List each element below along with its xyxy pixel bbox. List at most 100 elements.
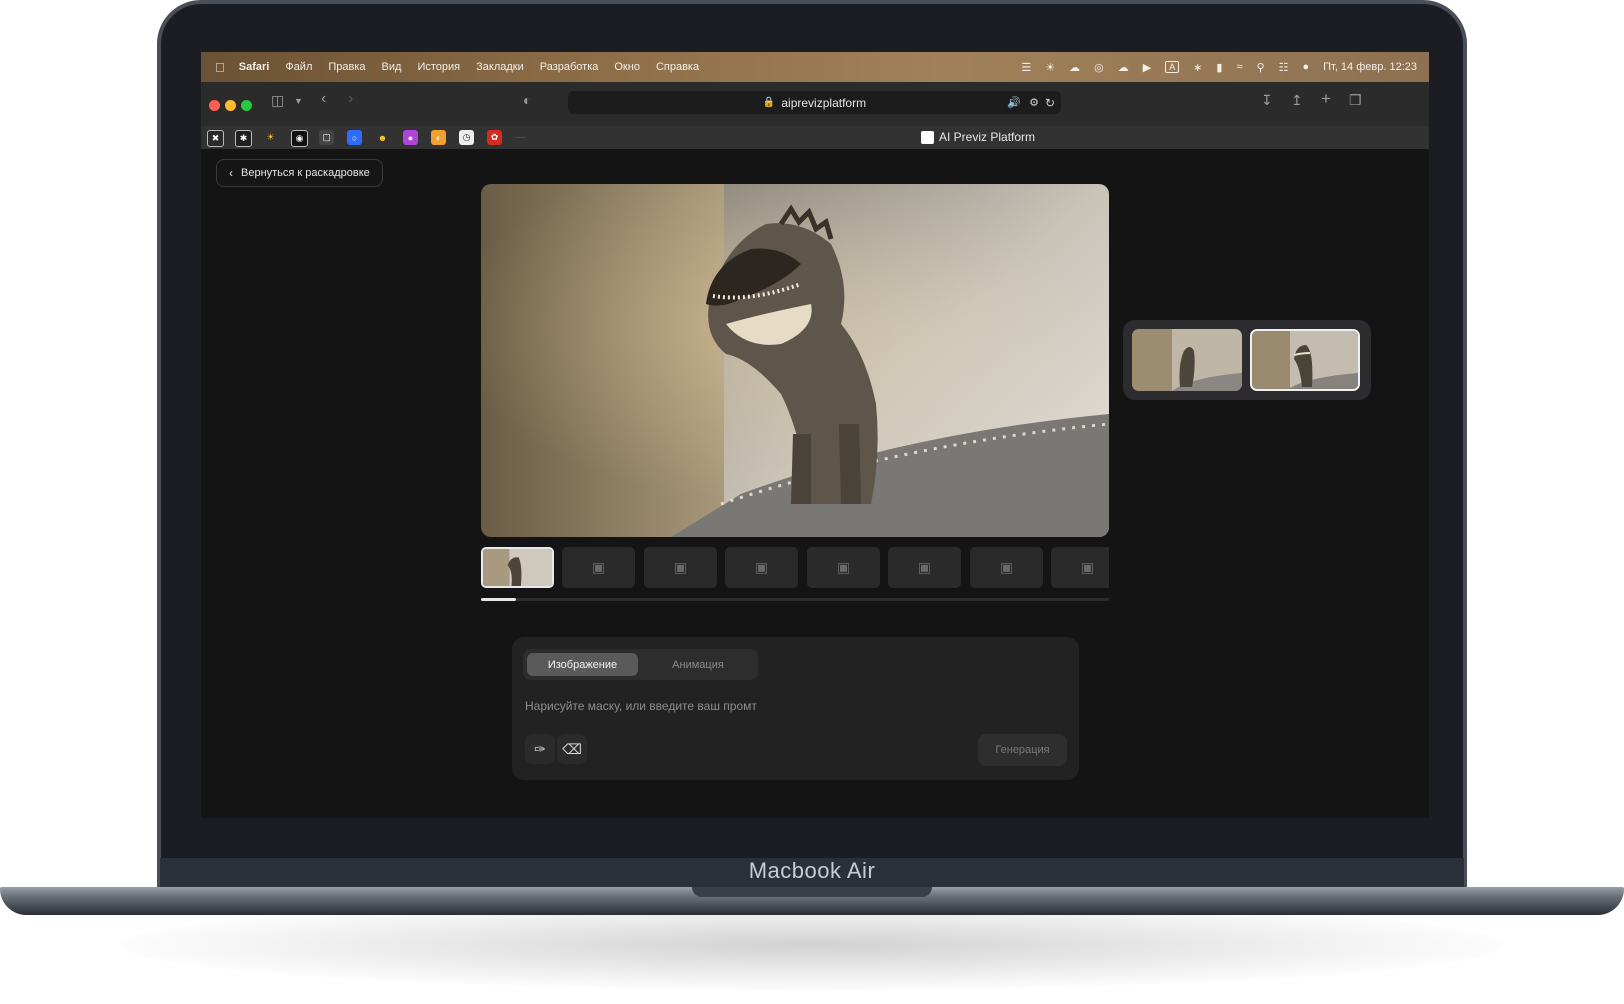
blue-app-icon[interactable]: ○ [347,130,362,145]
chevron-left-icon: ‹ [229,166,233,180]
frame-thumbnail[interactable]: ▣ [725,547,798,588]
cursor-icon[interactable]: ✖ [207,130,224,147]
image-placeholder-icon: ▣ [836,559,851,575]
variant-thumbnail[interactable] [1132,329,1242,391]
frame-thumbnail-image [483,549,552,586]
brush-tool-button[interactable]: ✑ [525,734,555,764]
tab-animation[interactable]: Анимация [642,653,754,676]
frame-scrollbar[interactable] [481,598,1109,601]
tab-bar: ✖ ✱ ☀ ◉ ▢ ○ ☻ ● ◐ ◷ ✿ — AI Previz Platfo… [201,126,1429,150]
sun-icon[interactable]: ☀ [263,130,278,145]
browser-toolbar: ◫ ▼ ‹ › ◐ 🔒 aiprevizplatform 🔊 ⚙ ↻ ↧ ↥ +… [201,82,1429,127]
emoji-icon[interactable]: ☻ [375,130,390,145]
red-app-icon[interactable]: ✿ [487,130,502,145]
screen:  Safari Файл Правка Вид История Закладк… [201,52,1429,818]
bluetooth-icon[interactable]: ∗ [1193,61,1202,74]
frame-thumbnail[interactable]: ▣ [562,547,635,588]
url-text: aiprevizplatform [781,95,867,110]
sidebar-icon[interactable]: ◫ [271,92,284,109]
eraser-tool-button[interactable]: ⌫ [557,734,587,764]
image-placeholder-icon: ▣ [754,559,769,575]
download-icon[interactable]: ↧ [1261,92,1273,109]
menu-item-view[interactable]: Вид [382,61,402,73]
close-window-button[interactable] [209,100,220,111]
variant-dino-image [1252,331,1358,389]
model-label: Macbook Air [748,858,876,883]
new-tab-icon[interactable]: + [1321,89,1331,109]
figma-app-icon[interactable]: ● [403,130,418,145]
app-page: ‹ Вернуться к раскадровке ▣ ▣ ▣ ▣ ▣ ▣ ▣ … [201,149,1429,818]
image-placeholder-icon: ▣ [917,559,932,575]
variant-thumbnail-selected[interactable] [1250,329,1360,391]
menu-item-window[interactable]: Окно [614,61,640,73]
translate-icon[interactable]: ⚙ [1029,96,1039,109]
tab-image[interactable]: Изображение [527,653,638,676]
gradient-app-icon[interactable]: ◐ [431,130,446,145]
address-bar[interactable]: 🔒 aiprevizplatform 🔊 ⚙ ↻ [568,91,1061,114]
frame-thumbnail[interactable]: ▣ [970,547,1043,588]
image-placeholder-icon: ▣ [1080,559,1095,575]
tabs-overview-icon[interactable]: ❐ [1349,92,1362,109]
menu-item-develop[interactable]: Разработка [540,61,599,73]
keyboard-layout-icon[interactable]: A [1165,61,1180,73]
menu-item-history[interactable]: История [417,61,460,73]
brightness-icon[interactable]: ☀ [1045,61,1055,74]
frame-thumbnail[interactable]: ▣ [807,547,880,588]
menu-item-bookmarks[interactable]: Закладки [476,61,524,73]
share-icon[interactable]: ↥ [1291,92,1303,109]
minimize-window-button[interactable] [225,100,236,111]
prompt-input[interactable]: Нарисуйте маску, или введите ваш промт [525,699,1065,713]
image-placeholder-icon: ▣ [591,559,606,575]
clock-app-icon[interactable]: ◷ [459,130,474,145]
menu-app-name[interactable]: Safari [239,61,270,73]
dinosaur-cat-image [481,184,1109,537]
base-notch [692,887,932,897]
eye-icon[interactable]: ◎ [1094,61,1104,74]
reload-icon[interactable]: ↻ [1045,96,1055,110]
chatgpt-icon[interactable]: ◉ [291,130,308,147]
eraser-icon: ⌫ [562,740,582,757]
page-favicon-icon [921,130,934,144]
image-placeholder-icon: ▣ [999,559,1014,575]
battery-icon[interactable]: ▮ [1216,61,1222,74]
image-placeholder-icon: ▣ [673,559,688,575]
frame-thumbnail[interactable]: ▣ [644,547,717,588]
chevron-down-icon[interactable]: ▼ [294,96,303,106]
frame-thumbnail[interactable] [481,547,554,588]
control-center-icon[interactable]: ☷ [1279,61,1289,74]
shield-icon[interactable]: ◐ [523,92,531,108]
menu-bar:  Safari Файл Правка Вид История Закладк… [201,52,1429,82]
wifi-icon[interactable]: ≈ [1236,61,1242,73]
mode-switch: Изображение Анимация [523,649,758,680]
frame-thumbnail[interactable]: ▣ [888,547,961,588]
figma-icon[interactable]: ☰ [1021,61,1031,74]
bubble-icon[interactable]: ▢ [319,130,334,145]
apple-icon[interactable]:  [215,60,225,75]
siri-icon[interactable]: ● [1302,61,1309,73]
frame-scrollbar-thumb[interactable] [481,598,516,601]
main-image-preview[interactable] [481,184,1109,537]
menu-item-edit[interactable]: Правка [328,61,365,73]
search-icon[interactable]: ⚲ [1257,61,1265,74]
generate-button[interactable]: Генерация [978,734,1067,766]
menu-clock[interactable]: Пт, 14 февр. 12:23 [1323,61,1417,73]
frame-strip: ▣ ▣ ▣ ▣ ▣ ▣ ▣ [481,547,1109,588]
line-icon[interactable]: — [513,130,528,145]
variant-cat-image [1132,329,1242,391]
menu-item-file[interactable]: Файл [285,61,312,73]
back-to-storyboard-button[interactable]: ‹ Вернуться к раскадровке [216,159,383,187]
menu-item-help[interactable]: Справка [656,61,699,73]
zoom-window-button[interactable] [241,100,252,111]
forward-icon[interactable]: › [348,90,353,108]
cloud-icon[interactable]: ☁ [1118,61,1129,74]
variants-panel [1123,320,1371,400]
audio-icon[interactable]: 🔊 [1007,96,1021,109]
perplexity-icon[interactable]: ✱ [235,130,252,147]
lock-icon: 🔒 [762,97,776,108]
frame-thumbnail[interactable]: ▣ [1051,547,1109,588]
cloud-sync-icon[interactable]: ☁ [1069,61,1080,74]
back-icon[interactable]: ‹ [321,90,326,108]
active-tab[interactable]: AI Previz Platform [921,130,1035,144]
active-tab-title: AI Previz Platform [939,130,1036,144]
play-icon[interactable]: ▶ [1143,61,1151,74]
